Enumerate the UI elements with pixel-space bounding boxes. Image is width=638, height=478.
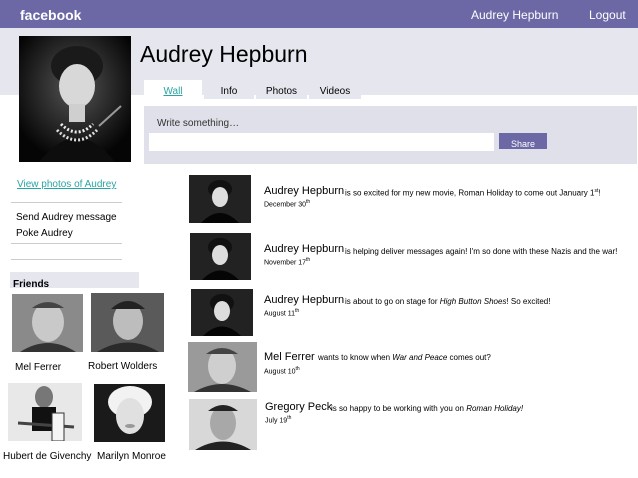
post-author[interactable]: Audrey Hepburn xyxy=(264,294,344,306)
view-photos-link[interactable]: View photos of Audrey xyxy=(17,179,116,190)
top-user-link[interactable]: Audrey Hepburn xyxy=(471,8,558,22)
post-text: is helping deliver messages again! I'm s… xyxy=(345,247,618,256)
post-author[interactable]: Gregory Peck xyxy=(265,401,332,413)
profile-name: Audrey Hepburn xyxy=(140,41,308,67)
logout-link[interactable]: Logout xyxy=(589,8,626,22)
post-avatar[interactable] xyxy=(188,342,257,392)
post-date: July 19th xyxy=(265,415,292,425)
poke-link[interactable]: Poke Audrey xyxy=(16,228,73,239)
tab-wall[interactable]: Wall xyxy=(144,80,202,99)
post-author[interactable]: Audrey Hepburn xyxy=(264,185,344,197)
post-text: is so excited for my new movie, Roman Ho… xyxy=(345,188,601,198)
friend-name[interactable]: Mel Ferrer xyxy=(15,362,61,373)
divider xyxy=(11,243,122,244)
compose-input[interactable] xyxy=(149,133,494,151)
post-author[interactable]: Mel Ferrer xyxy=(264,351,315,363)
friends-title: Friends xyxy=(13,279,50,290)
post-date: November 17th xyxy=(264,257,311,267)
post-author[interactable]: Audrey Hepburn xyxy=(264,243,344,255)
tab-label: Photos xyxy=(265,86,298,97)
facebook-logo[interactable]: facebook xyxy=(20,7,81,23)
friend-photo-mel-ferrer[interactable] xyxy=(12,294,83,352)
tab-videos[interactable]: Videos xyxy=(309,80,361,99)
tab-label: Videos xyxy=(319,86,351,97)
divider xyxy=(11,259,122,260)
post-avatar[interactable] xyxy=(191,289,253,336)
post-date: August 10th xyxy=(264,366,300,376)
tab-label: Info xyxy=(220,86,238,97)
post-text: wants to know when War and Peace comes o… xyxy=(318,353,491,362)
post-avatar[interactable] xyxy=(189,175,251,223)
post-avatar[interactable] xyxy=(190,233,251,280)
friend-name[interactable]: Robert Wolders xyxy=(88,361,157,372)
friend-photo-robert-wolders[interactable] xyxy=(91,293,164,352)
post-text: is so happy to be working with you on Ro… xyxy=(331,404,524,413)
profile-photo[interactable] xyxy=(19,36,131,162)
tab-photos[interactable]: Photos xyxy=(256,80,307,99)
share-button[interactable]: Share xyxy=(499,133,547,149)
friend-photo-marilyn-monroe[interactable] xyxy=(94,384,165,442)
tab-label: Wall xyxy=(163,86,183,97)
post-text: is about to go on stage for High Button … xyxy=(345,297,551,306)
friend-photo-hubert-de-givenchy[interactable] xyxy=(8,383,82,441)
send-message-link[interactable]: Send Audrey message xyxy=(16,212,117,223)
friend-name[interactable]: Hubert de Givenchy xyxy=(3,451,91,462)
post-date: August 11th xyxy=(264,308,300,318)
tab-info[interactable]: Info xyxy=(204,80,254,99)
compose-prompt: Write something… xyxy=(157,118,240,129)
friend-name[interactable]: Marilyn Monroe xyxy=(97,451,166,462)
post-avatar[interactable] xyxy=(189,399,257,450)
post-date: December 30th xyxy=(264,199,311,209)
divider xyxy=(11,202,122,203)
